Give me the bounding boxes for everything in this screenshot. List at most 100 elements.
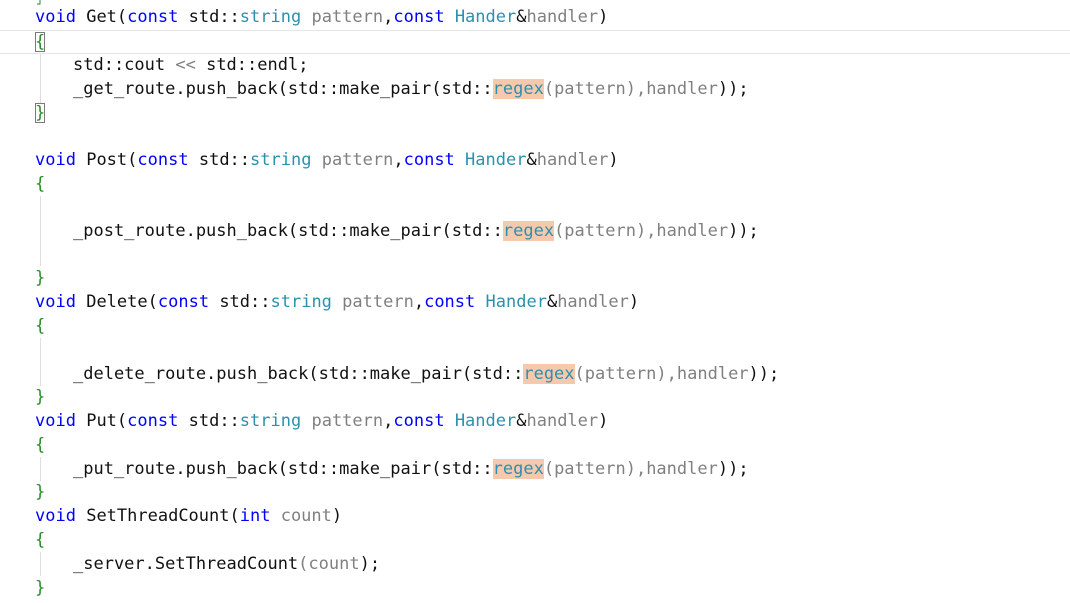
parameter: count (270, 506, 332, 526)
code-line-current[interactable]: { (0, 30, 1070, 54)
type-name: string (239, 7, 302, 27)
code-line[interactable]: } (0, 576, 1070, 600)
code-line[interactable]: { (0, 314, 1070, 338)
code-text: std::endl; (195, 55, 309, 75)
ampersand: & (516, 7, 527, 27)
keyword: void (35, 506, 76, 526)
open-brace: { (35, 530, 46, 550)
namespace: std:: (188, 411, 240, 431)
keyword: const (393, 7, 445, 27)
parameter: handler (557, 292, 629, 312)
keyword: void (35, 7, 76, 27)
code-line[interactable]: } (0, 480, 1070, 504)
code-text: _get_route.push_back(std::make_pair(std:… (73, 79, 493, 99)
keyword: int (239, 506, 271, 526)
code-editor[interactable]: void Get(const std::string pattern,const… (0, 0, 1070, 603)
code-line[interactable]: _get_route.push_back(std::make_pair(std:… (0, 77, 1070, 101)
function-name: Delete (86, 292, 148, 312)
paren: ( (116, 7, 128, 27)
type-name: string (270, 292, 332, 312)
code-line[interactable]: { (0, 528, 1070, 552)
code-text: (pattern), (554, 221, 657, 241)
keyword: void (35, 411, 76, 431)
code-line[interactable]: std::cout << std::endl; (0, 53, 1070, 77)
code-line[interactable]: { (0, 433, 1070, 457)
keyword: const (424, 292, 476, 312)
keyword: void (35, 292, 76, 312)
ampersand: & (516, 411, 527, 431)
code-text: _delete_route.push_back(std::make_pair(s… (73, 364, 524, 384)
code-text: (pattern), (543, 459, 647, 479)
parameter: pattern (321, 150, 394, 170)
code-line-delete-signature[interactable]: void Delete(const std::string pattern,co… (0, 290, 1070, 314)
code-line[interactable]: } (0, 101, 1070, 125)
keyword: const (127, 411, 179, 431)
parameter: handler (536, 150, 609, 170)
close-brace: } (35, 268, 46, 288)
comma: , (383, 7, 394, 27)
code-text: _server.SetThreadCount (73, 554, 299, 574)
parameter: count (308, 554, 360, 574)
code-line[interactable]: _delete_route.push_back(std::make_pair(s… (0, 362, 1070, 386)
code-line-put-signature[interactable]: void Put(const std::string pattern,const… (0, 409, 1070, 433)
paren: ( (298, 554, 309, 574)
open-brace: { (35, 435, 46, 455)
code-line[interactable]: { (0, 172, 1070, 196)
paren: ) (628, 292, 640, 312)
keyword: const (127, 7, 179, 27)
parameter: handler (646, 79, 718, 99)
type-name: Hander (454, 7, 517, 27)
namespace: std:: (188, 7, 240, 27)
code-text: )); (728, 221, 759, 241)
close-brace: } (35, 387, 46, 407)
paren: ) (598, 411, 609, 431)
type-name: Hander (485, 292, 547, 312)
comma: , (383, 411, 394, 431)
keyword: const (137, 150, 189, 170)
code-line-setthreadcount-signature[interactable]: void SetThreadCount(int count) (0, 504, 1070, 528)
open-brace: { (35, 316, 46, 336)
function-name: Put (86, 411, 117, 431)
code-text: std::cout (73, 55, 176, 75)
paren: ) (331, 506, 343, 526)
parameter: handler (676, 364, 749, 384)
code-line[interactable]: _put_route.push_back(std::make_pair(std:… (0, 457, 1070, 481)
paren: ( (147, 292, 158, 312)
namespace: std:: (198, 150, 251, 170)
parameter: handler (646, 459, 718, 479)
paren: ( (229, 506, 240, 526)
parameter: handler (526, 411, 599, 431)
paren: ( (127, 150, 138, 170)
function-name: SetThreadCount (86, 506, 230, 526)
parameter: pattern (311, 411, 384, 431)
keyword: const (157, 292, 210, 312)
parameter: handler (656, 221, 729, 241)
type-name: Hander (454, 411, 517, 431)
code-line[interactable]: } (0, 385, 1070, 409)
code-line[interactable]: _post_route.push_back(std::make_pair(std… (0, 219, 1070, 243)
code-line[interactable]: } (0, 266, 1070, 290)
code-line-get-signature[interactable]: void Get(const std::string pattern,const… (0, 5, 1070, 29)
code-line[interactable]: _server.SetThreadCount(count); (0, 552, 1070, 576)
paren: ) (608, 150, 619, 170)
paren: ) (598, 7, 609, 27)
operator: << (175, 55, 196, 75)
namespace: std:: (219, 292, 271, 312)
code-text: (pattern), (574, 364, 677, 384)
close-brace: } (35, 482, 46, 502)
code-line-post-signature[interactable]: void Post(const std::string pattern,cons… (0, 148, 1070, 172)
ampersand: & (546, 292, 558, 312)
close-brace: } (35, 578, 46, 598)
type-name: string (239, 411, 302, 431)
text-cursor (44, 33, 46, 51)
paren: ( (116, 411, 128, 431)
ampersand: & (526, 150, 537, 170)
comma: , (413, 292, 425, 312)
keyword: const (403, 150, 455, 170)
keyword: const (393, 411, 445, 431)
highlighted-symbol: regex (492, 79, 544, 99)
code-text: )); (717, 79, 749, 99)
highlighted-symbol: regex (523, 364, 575, 384)
code-text: _post_route.push_back(std::make_pair(std… (73, 221, 503, 241)
function-name: Post (86, 150, 128, 170)
